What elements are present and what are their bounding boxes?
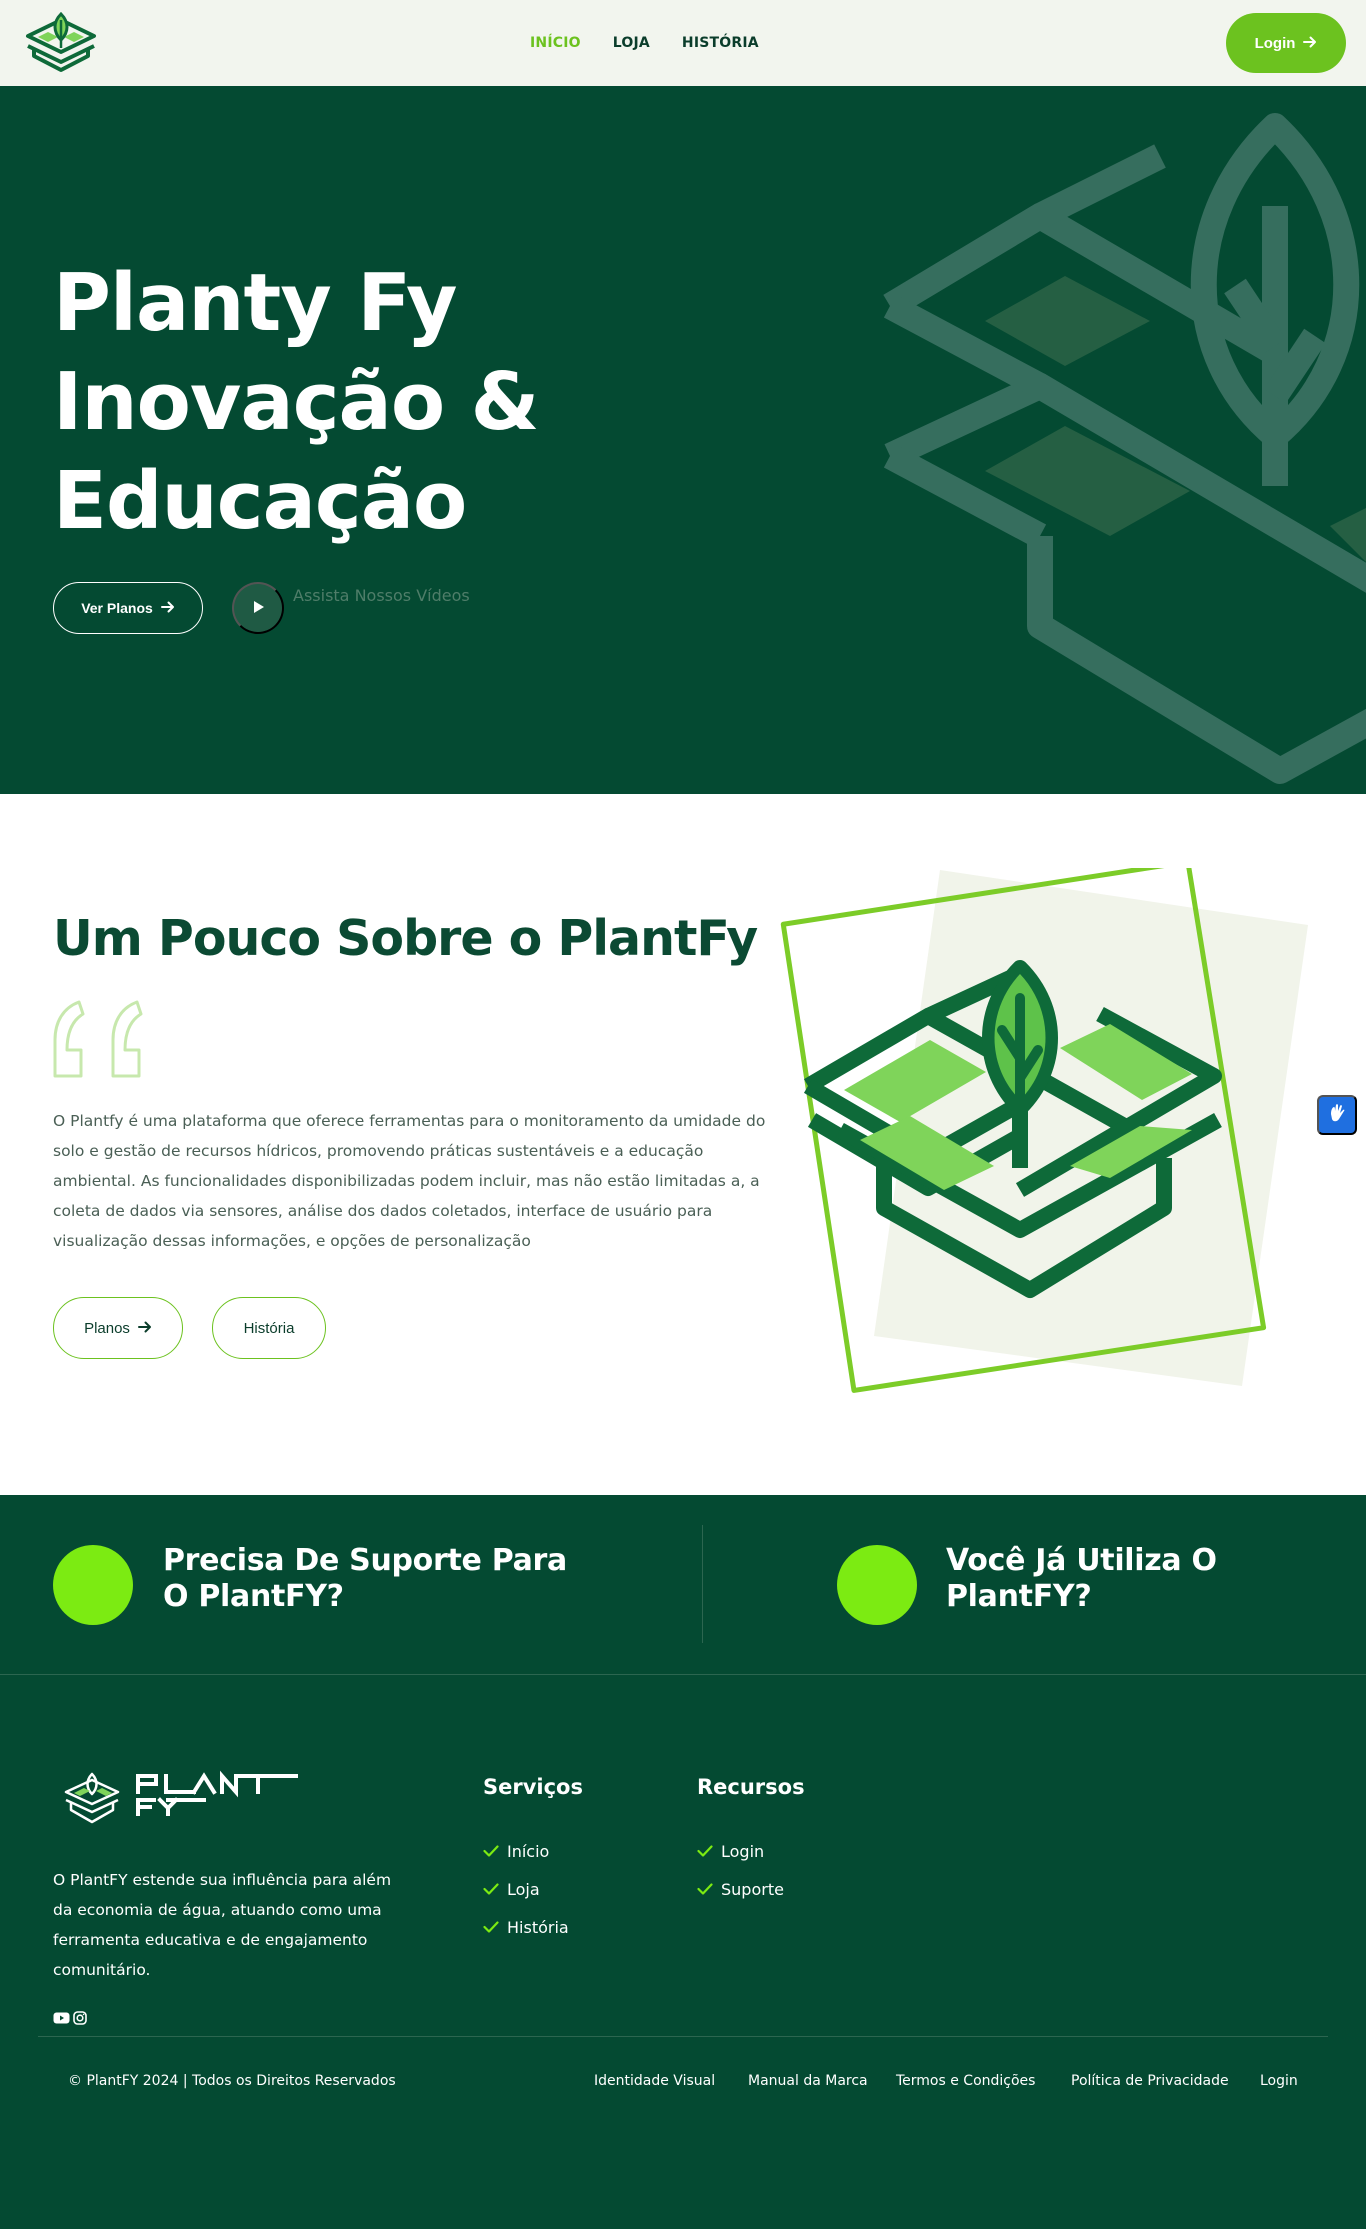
footer-link-login[interactable]: Login — [697, 1832, 784, 1870]
plantfy-wordmark-logo[interactable] — [64, 1770, 334, 1826]
nav-link-historia[interactable]: HISTÓRIA — [682, 35, 759, 51]
footer-link-label: Suporte — [721, 1879, 784, 1899]
accessibility-button[interactable] — [1317, 1095, 1357, 1135]
about-description: O Plantfy é uma plataforma que oferece f… — [53, 1112, 766, 1250]
hero-title-line-1: Planty Fy — [53, 257, 457, 349]
play-icon — [250, 599, 266, 618]
footer-link-loja[interactable]: Loja — [483, 1870, 569, 1908]
support-question[interactable]: Precisa De Suporte Para O PlantFY? — [163, 1543, 567, 1615]
footer-link-suporte[interactable]: Suporte — [697, 1870, 784, 1908]
footer-link-label: Loja — [507, 1879, 540, 1899]
nav-link-loja[interactable]: LOJA — [613, 35, 650, 51]
ver-planos-label: Ver Planos — [81, 600, 153, 616]
check-icon — [697, 1842, 713, 1861]
legal-link-identidade-visual[interactable]: Identidade Visual — [594, 2073, 715, 2089]
login-button[interactable]: Login — [1226, 13, 1346, 73]
logo-watermark-icon — [860, 106, 1366, 786]
planos-button[interactable]: Planos — [53, 1297, 183, 1359]
logo-icon[interactable] — [24, 11, 98, 74]
play-video-button[interactable] — [232, 582, 284, 634]
footer-divider — [38, 2036, 1328, 2037]
quote-icon — [53, 1000, 153, 1080]
legal-link-login[interactable]: Login — [1260, 2073, 1298, 2089]
check-icon — [697, 1880, 713, 1899]
user-circle-icon — [837, 1545, 917, 1625]
footer-link-historia[interactable]: História — [483, 1908, 569, 1946]
login-button-label: Login — [1254, 34, 1296, 52]
historia-button[interactable]: História — [212, 1297, 326, 1359]
plantfy-logo-illustration-icon — [780, 859, 1320, 1398]
youtube-icon[interactable] — [53, 2011, 70, 2025]
about-title: Um Pouco Sobre o PlantFy — [53, 910, 758, 967]
footer-link-inicio[interactable]: Início — [483, 1832, 569, 1870]
main-nav: INÍCIO LOJA HISTÓRIA — [530, 0, 759, 86]
footer-about-text: O PlantFY estende sua influência para al… — [53, 1871, 392, 1979]
footer: O PlantFY estende sua influência para al… — [0, 1675, 1366, 2229]
arrow-right-icon — [137, 1320, 152, 1337]
check-icon — [483, 1842, 499, 1861]
footer-link-label: História — [507, 1917, 569, 1937]
footer-link-label: Login — [721, 1841, 765, 1861]
already-user-question[interactable]: Você Já Utiliza O PlantFY? — [946, 1543, 1366, 1615]
historia-button-label: História — [243, 1319, 295, 1337]
legal-link-privacidade[interactable]: Política de Privacidade — [1071, 2073, 1229, 2089]
arrow-right-icon — [1303, 35, 1317, 52]
resources-list: Login Suporte — [697, 1832, 784, 1908]
support-question-line-1: Precisa De Suporte Para — [163, 1543, 567, 1578]
support-circle-icon — [53, 1545, 133, 1625]
support-question-line-2: O PlantFY? — [163, 1579, 344, 1614]
instagram-icon[interactable] — [73, 2011, 87, 2025]
legal-link-termos[interactable]: Termos e Condições — [896, 2073, 1035, 2089]
check-icon — [483, 1880, 499, 1899]
watch-videos-link[interactable]: Assista Nossos Vídeos — [293, 586, 470, 605]
legal-link-manual-da-marca[interactable]: Manual da Marca — [748, 2073, 868, 2089]
hero-section: Planty Fy Inovação & Educação Ver Planos… — [0, 86, 1366, 794]
top-nav: INÍCIO LOJA HISTÓRIA Login — [0, 0, 1366, 86]
ver-planos-button[interactable]: Ver Planos — [53, 582, 203, 634]
nav-link-inicio[interactable]: INÍCIO — [530, 35, 581, 51]
support-band: Precisa De Suporte Para O PlantFY? Você … — [0, 1495, 1366, 1675]
check-icon — [483, 1918, 499, 1937]
hero-title-line-2: Inovação & — [53, 356, 540, 448]
copyright: © PlantFY 2024 | Todos os Direitos Reser… — [68, 2073, 396, 2089]
footer-link-label: Início — [507, 1841, 550, 1861]
services-list: Início Loja História — [483, 1832, 569, 1946]
social-links — [53, 2011, 87, 2025]
band-divider — [702, 1525, 703, 1643]
accessibility-hand-icon — [1325, 1102, 1349, 1129]
services-title: Serviços — [483, 1775, 583, 1799]
resources-title: Recursos — [697, 1775, 805, 1799]
planos-button-label: Planos — [84, 1319, 130, 1337]
hero-title-line-3: Educação — [53, 455, 467, 547]
hero-title: Planty Fy Inovação & Educação — [53, 254, 540, 551]
arrow-right-icon — [160, 600, 175, 616]
